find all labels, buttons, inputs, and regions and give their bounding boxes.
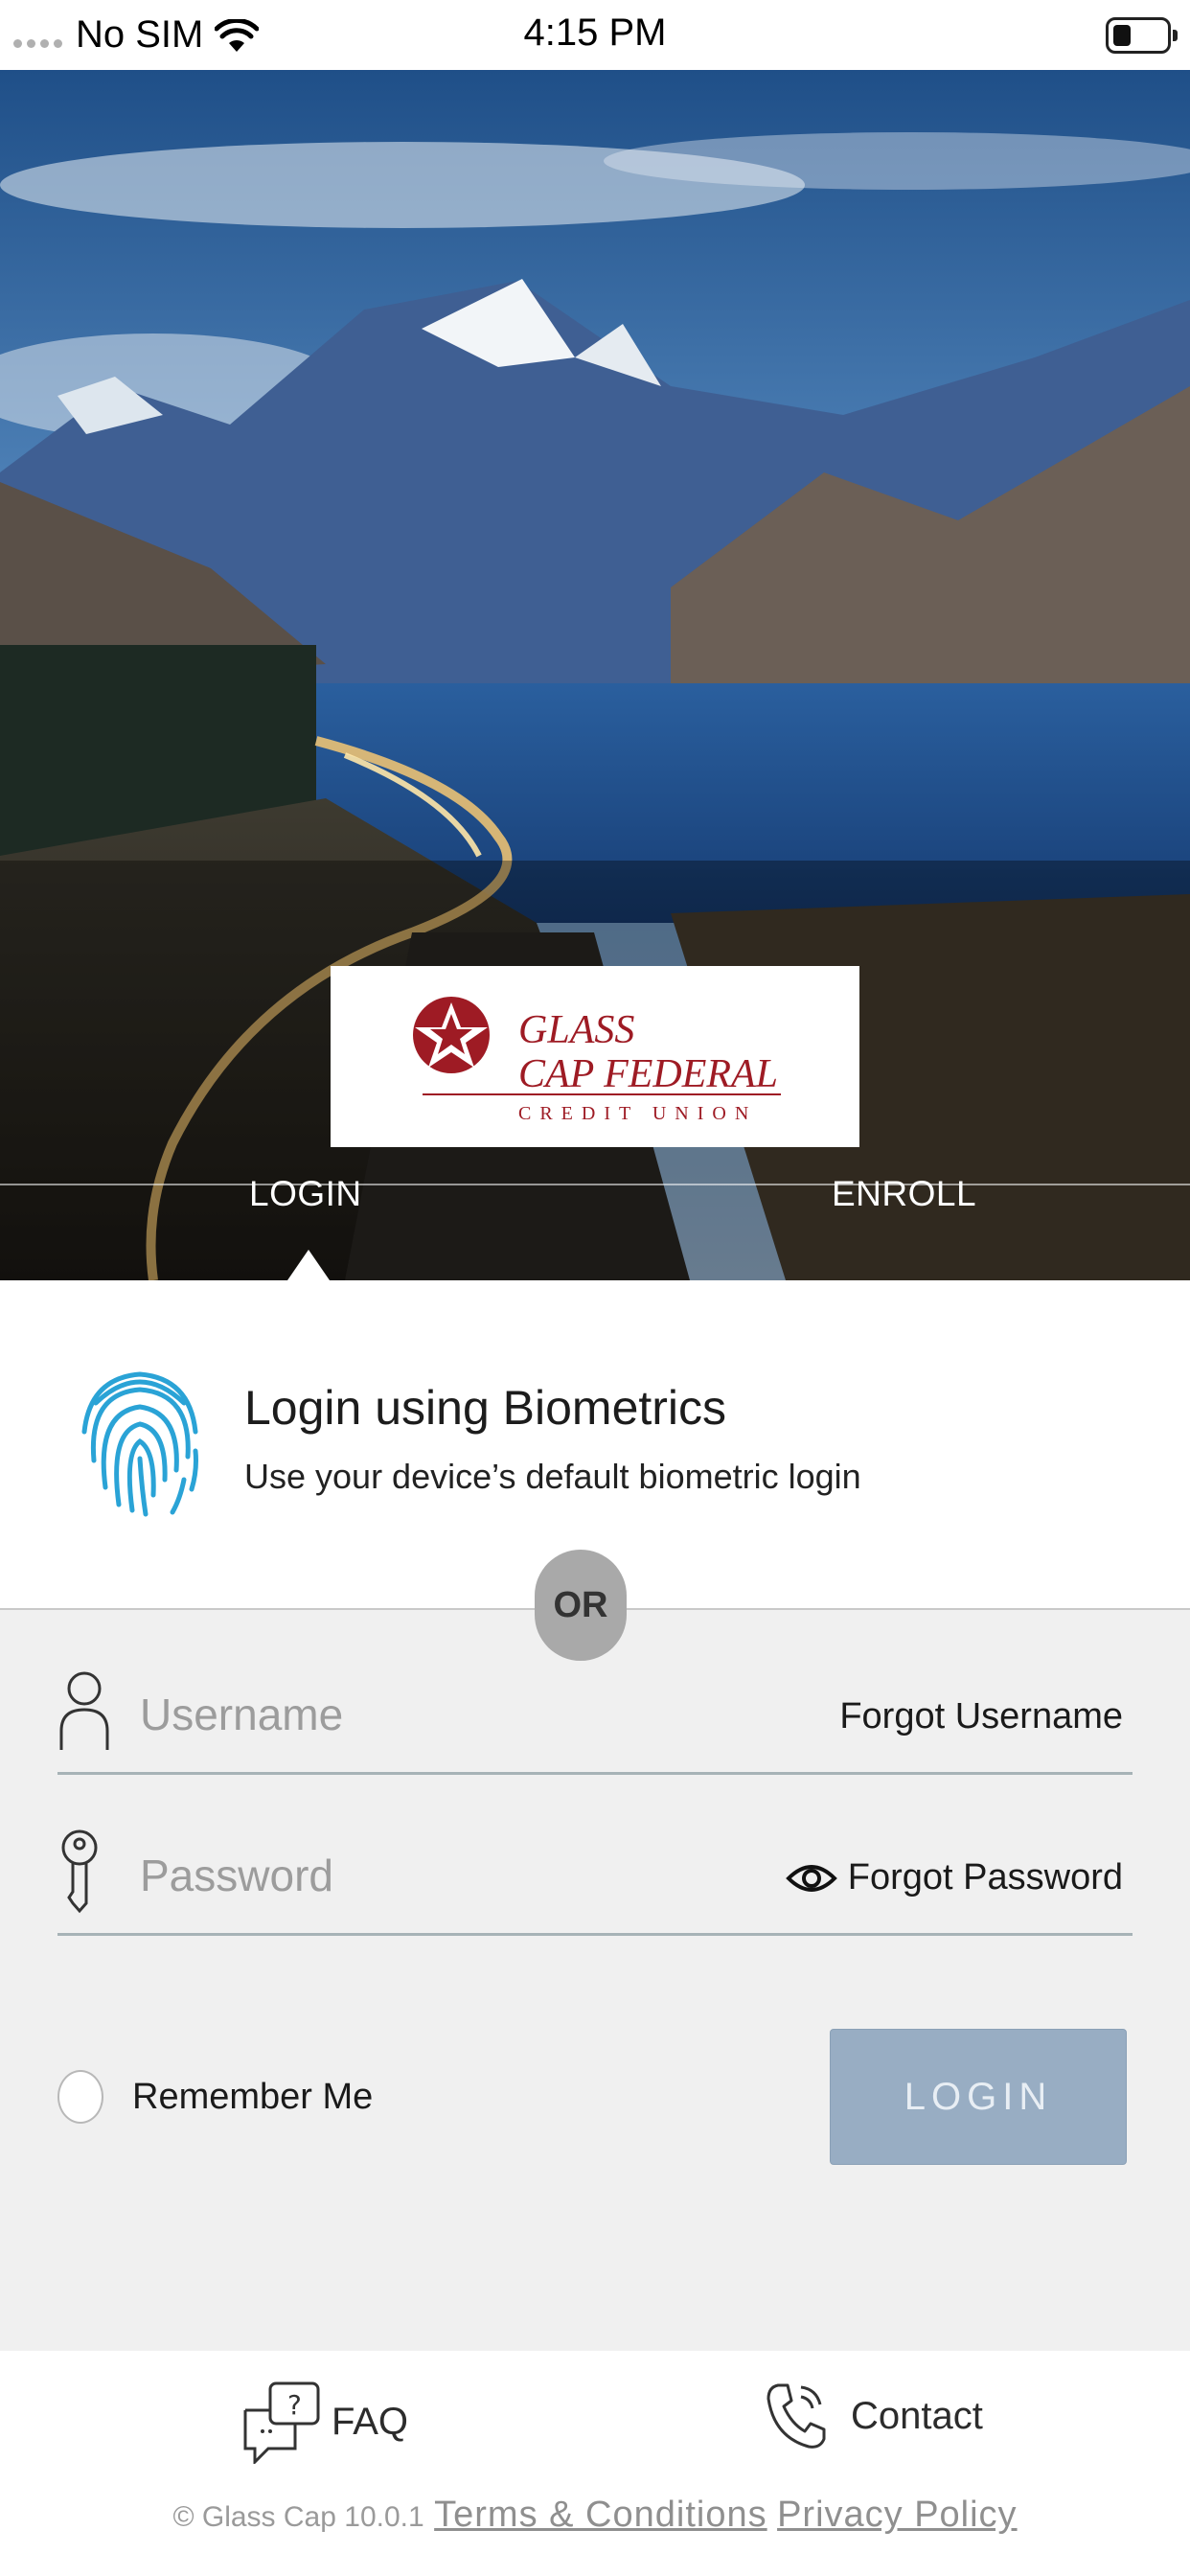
key-icon — [61, 1829, 98, 1914]
status-bar: No SIM 4:15 PM — [0, 0, 1190, 70]
tab-enroll[interactable]: ENROLL — [832, 1174, 976, 1214]
faq-icon: ? — [243, 2381, 320, 2464]
forgot-password-link[interactable]: Forgot Password — [848, 1857, 1123, 1898]
remember-me-checkbox[interactable] — [57, 2070, 103, 2124]
forgot-username-link[interactable]: Forgot Username — [839, 1696, 1123, 1737]
contact-button[interactable]: Contact — [765, 2380, 983, 2452]
tab-login[interactable]: LOGIN — [249, 1174, 362, 1214]
logo-line-credit-union: CREDIT UNION — [518, 1103, 757, 1124]
contact-label: Contact — [851, 2394, 983, 2437]
hero-divider — [0, 1184, 1190, 1185]
fingerprint-icon — [81, 1371, 198, 1517]
footer: ? FAQ Contact © Glass Cap 10.0.1 Terms &… — [0, 2351, 1190, 2576]
password-input[interactable] — [140, 1850, 715, 1901]
battery-icon — [1106, 17, 1178, 54]
privacy-link[interactable]: Privacy Policy — [777, 2495, 1018, 2535]
or-divider-badge: OR — [535, 1550, 627, 1661]
remember-me-option[interactable]: Remember Me — [57, 2070, 373, 2124]
status-time: 4:15 PM — [523, 12, 667, 54]
svg-text:?: ? — [287, 2389, 302, 2421]
biometrics-subtitle: Use your device’s default biometric logi… — [244, 1457, 861, 1496]
eye-icon[interactable] — [786, 1859, 837, 1898]
username-row: Forgot Username — [57, 1660, 1133, 1775]
terms-link[interactable]: Terms & Conditions — [434, 2495, 767, 2535]
active-tab-indicator — [287, 1250, 330, 1280]
faq-label: FAQ — [332, 2400, 409, 2443]
biometrics-title: Login using Biometrics — [244, 1381, 727, 1435]
logo-line-glass: GLASS — [518, 1008, 634, 1052]
legal-row: © Glass Cap 10.0.1 Terms & Conditions Pr… — [0, 2495, 1190, 2536]
app-version: © Glass Cap 10.0.1 — [172, 2501, 424, 2533]
hero-banner: GLASS CAP FEDERAL CREDIT UNION — [0, 70, 1190, 1280]
user-icon — [59, 1671, 109, 1750]
username-input[interactable] — [140, 1689, 715, 1740]
phone-icon — [767, 2383, 826, 2449]
credit-union-logo: GLASS CAP FEDERAL CREDIT UNION — [331, 966, 859, 1147]
logo-line-federal: CAP FEDERAL — [518, 1052, 778, 1096]
login-button[interactable]: LOGIN — [830, 2029, 1127, 2165]
password-row: Forgot Password — [57, 1821, 1133, 1936]
faq-button[interactable]: ? FAQ — [241, 2380, 408, 2464]
remember-me-label: Remember Me — [132, 2076, 374, 2117]
